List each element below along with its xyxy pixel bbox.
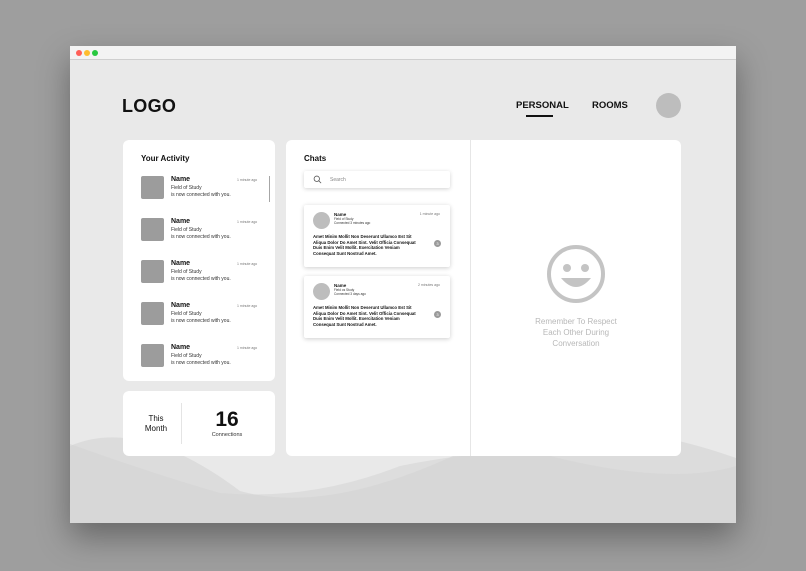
activity-name: Name — [171, 176, 191, 183]
activity-panel: Your Activity Name Field of Study is now… — [123, 140, 275, 381]
activity-thumbnail — [141, 344, 164, 367]
chat-connected: Connected 3 days ago — [334, 292, 366, 296]
close-window-button[interactable] — [76, 50, 82, 56]
chat-preview: Amet Minim Mollit Non Deserunt Ullamco E… — [313, 234, 416, 256]
browser-window: LOGO PERSONAL ROOMS Your Activity Name F… — [70, 46, 736, 523]
unread-badge: 3 — [434, 240, 441, 247]
unread-badge: 3 — [434, 311, 441, 318]
activity-message: is now connected with you. — [171, 360, 231, 366]
activity-field: Field of Study — [171, 227, 202, 233]
activity-time: 1 minute ago — [237, 220, 258, 224]
nav-rooms[interactable]: ROOMS — [592, 100, 628, 111]
smiley-icon — [547, 245, 605, 303]
stats-divider — [181, 403, 182, 444]
activity-field: Field of Study — [171, 269, 202, 275]
chat-item[interactable]: Name Field of Study Connected 3 minutes … — [304, 205, 450, 267]
search-input[interactable] — [330, 174, 440, 185]
activity-thumbnail — [141, 218, 164, 241]
chat-preview: Amet Minim Mollit Non Deserunt Ullamco E… — [313, 305, 416, 327]
title-bar — [70, 46, 736, 60]
activity-time: 1 minute ago — [237, 304, 258, 308]
monthly-stats-card: This Month 16 Connections — [123, 391, 275, 456]
minimize-window-button[interactable] — [84, 50, 90, 56]
activity-name: Name — [171, 302, 191, 309]
activity-name: Name — [171, 260, 191, 267]
activity-item[interactable]: Name Field of Study is now connected wit… — [141, 260, 263, 286]
nav-active-indicator — [526, 115, 553, 117]
nav-personal[interactable]: PERSONAL — [516, 100, 569, 111]
activity-title: Your Activity — [141, 154, 190, 163]
chat-avatar — [313, 212, 330, 229]
activity-thumbnail — [141, 302, 164, 325]
maximize-window-button[interactable] — [92, 50, 98, 56]
activity-thumbnail — [141, 176, 164, 199]
connections-label: Connections — [211, 432, 243, 438]
panel-divider — [470, 140, 471, 456]
connections-count: 16 — [215, 408, 239, 431]
activity-message: is now connected with you. — [171, 318, 231, 324]
activity-message: is now connected with you. — [171, 192, 231, 198]
activity-item[interactable]: Name Field of Study is now connected wit… — [141, 218, 263, 244]
activity-time: 1 minute ago — [237, 178, 258, 182]
activity-field: Field of Study — [171, 311, 202, 317]
chat-connected: Connected 3 minutes ago — [334, 221, 371, 225]
chats-title: Chats — [304, 154, 327, 163]
search-icon — [313, 175, 322, 184]
search-box[interactable] — [304, 171, 450, 188]
activity-message: is now connected with you. — [171, 276, 231, 282]
chat-time: 2 minutes ago — [418, 283, 440, 287]
chat-avatar — [313, 283, 330, 300]
activity-item[interactable]: Name Field of Study is now connected wit… — [141, 176, 263, 202]
logo[interactable]: LOGO — [122, 96, 176, 117]
activity-field: Field of Study — [171, 185, 202, 191]
empty-state-message: Remember To Respect Each Other During Co… — [535, 317, 617, 348]
chats-panel: Chats Name Field of Study Connected 3 mi… — [286, 140, 681, 456]
chat-time: 1 minute ago — [419, 212, 440, 216]
activity-name: Name — [171, 218, 191, 225]
user-avatar[interactable] — [656, 93, 681, 118]
activity-time: 1 minute ago — [237, 346, 258, 350]
activity-scrollbar[interactable] — [269, 176, 270, 202]
chat-item[interactable]: Name Field os Study Connected 3 days ago… — [304, 276, 450, 338]
activity-field: Field of Study — [171, 353, 202, 359]
activity-thumbnail — [141, 260, 164, 283]
activity-name: Name — [171, 344, 191, 351]
activity-item[interactable]: Name Field of Study is now connected wit… — [141, 344, 263, 370]
activity-time: 1 minute ago — [237, 262, 258, 266]
month-label: This Month — [144, 414, 168, 433]
activity-item[interactable]: Name Field of Study is now connected wit… — [141, 302, 263, 328]
activity-message: is now connected with you. — [171, 234, 231, 240]
